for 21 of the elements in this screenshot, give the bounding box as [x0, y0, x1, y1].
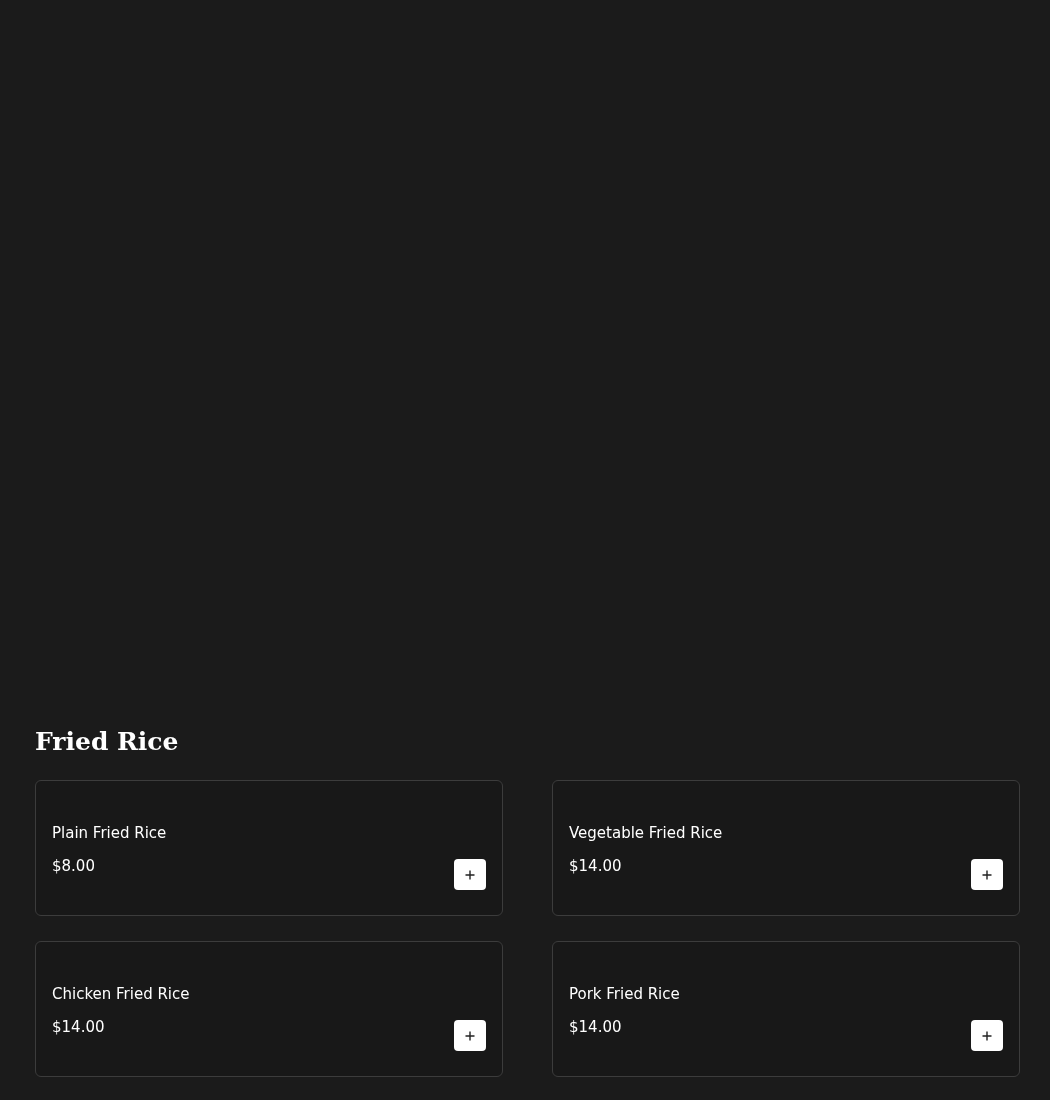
item-name: Chicken Fried Rice: [52, 984, 191, 1004]
plus-icon: [982, 1030, 992, 1041]
plus-icon: [465, 869, 475, 880]
menu-item-card[interactable]: Plain Fried Rice $8.00: [35, 780, 503, 916]
item-price: $8.00: [52, 856, 95, 876]
plus-icon: [982, 869, 992, 880]
section-heading: Fried Rice: [35, 726, 180, 758]
item-name: Pork Fried Rice: [569, 984, 681, 1004]
item-name: Vegetable Fried Rice: [569, 823, 724, 843]
add-button[interactable]: [454, 1020, 486, 1051]
menu-item-card[interactable]: Chicken Fried Rice $14.00: [35, 941, 503, 1077]
menu-item-card[interactable]: Pork Fried Rice $14.00: [552, 941, 1020, 1077]
plus-icon: [465, 1030, 475, 1041]
item-price: $14.00: [569, 1017, 622, 1037]
item-price: $14.00: [52, 1017, 105, 1037]
add-button[interactable]: [971, 859, 1003, 890]
add-button[interactable]: [971, 1020, 1003, 1051]
item-price: $14.00: [569, 856, 622, 876]
item-name: Plain Fried Rice: [52, 823, 168, 843]
add-button[interactable]: [454, 859, 486, 890]
menu-item-card[interactable]: Vegetable Fried Rice $14.00: [552, 780, 1020, 916]
